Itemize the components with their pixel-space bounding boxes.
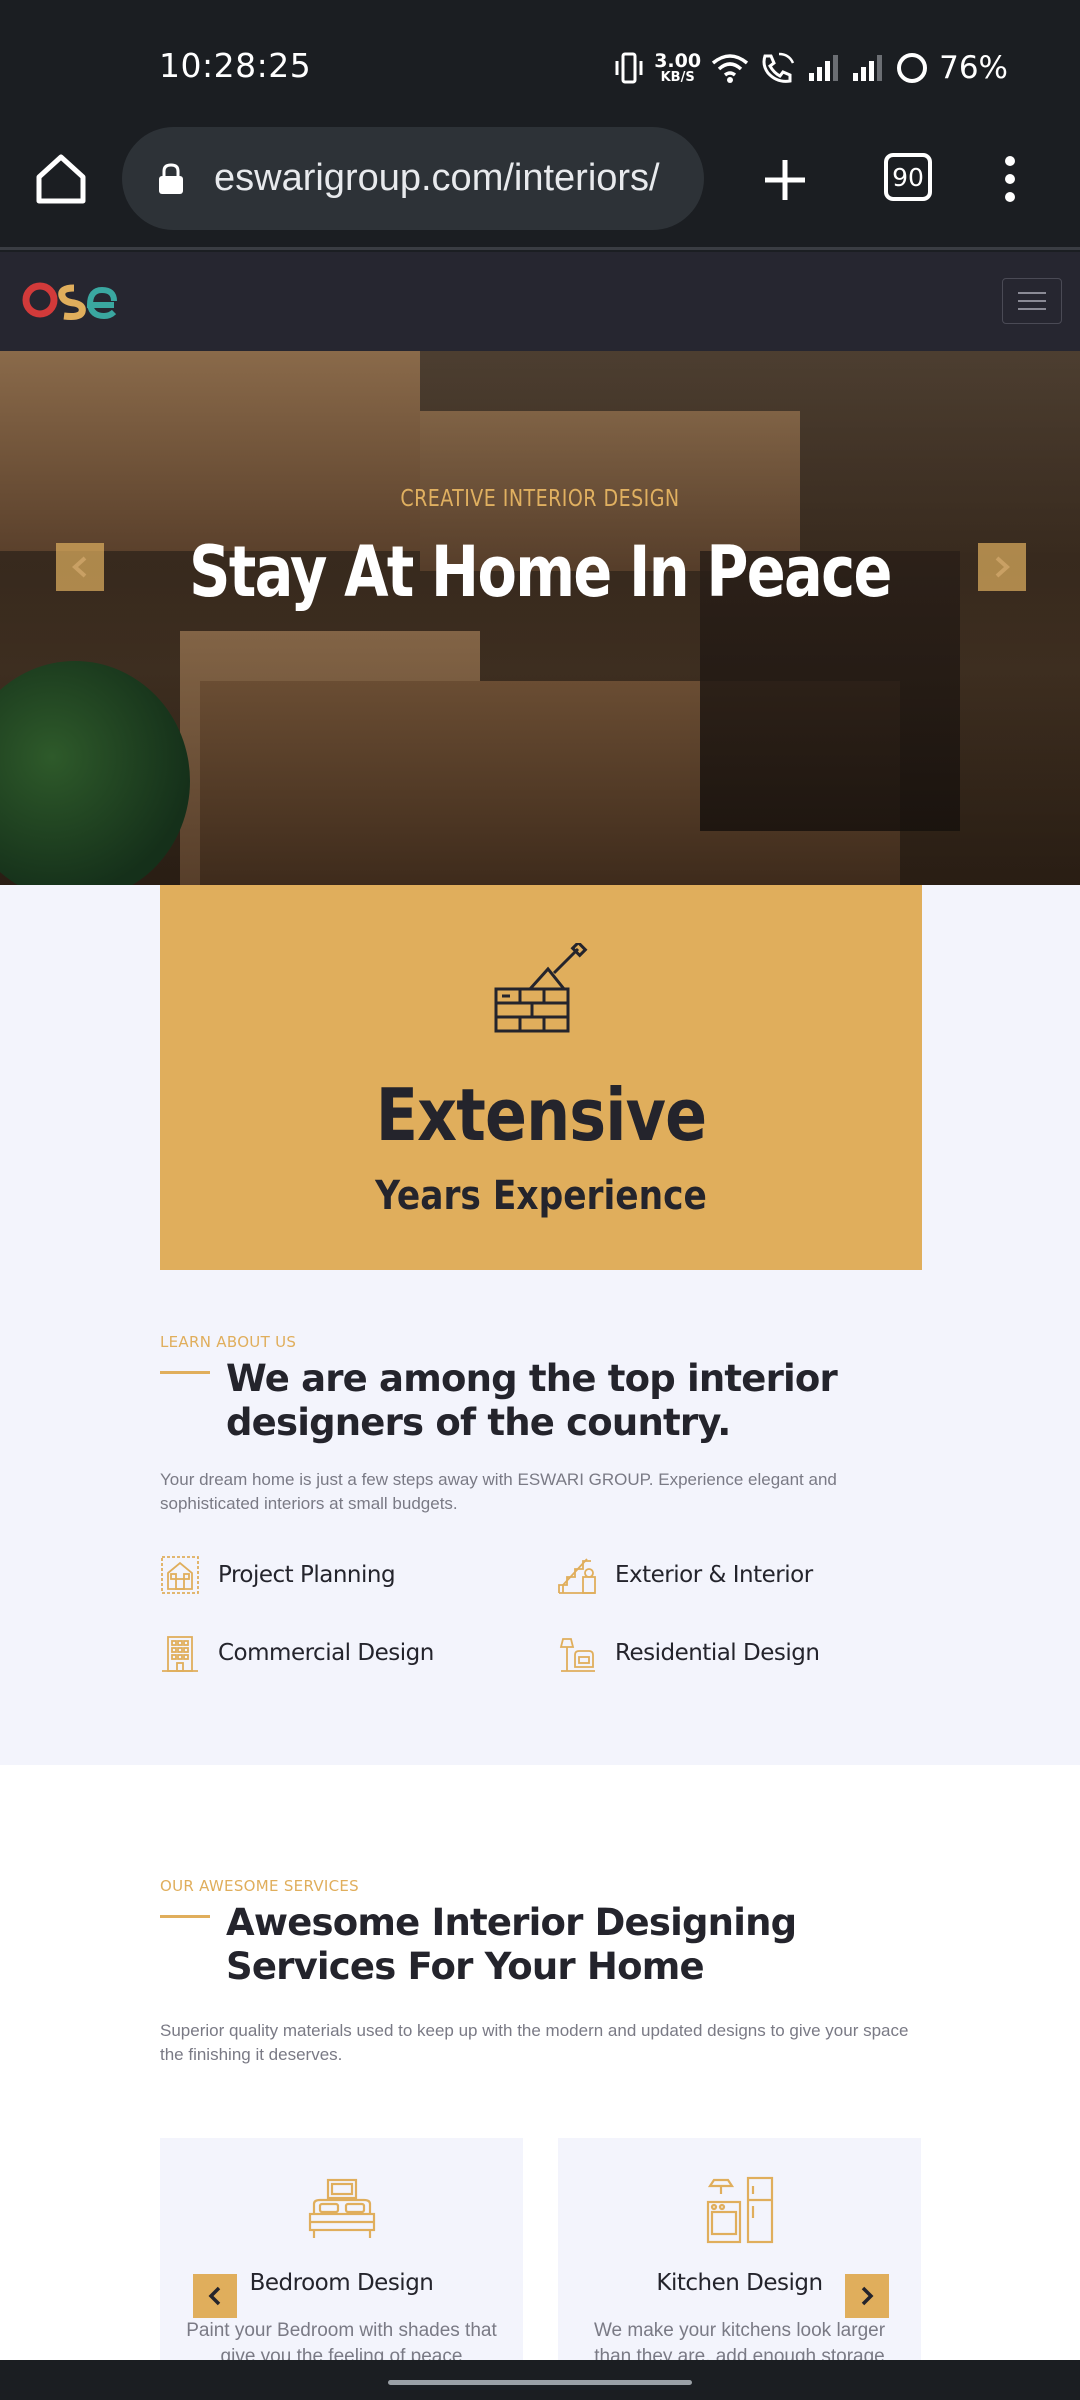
experience-box: Extensive Years Experience: [160, 885, 922, 1270]
feature-label: Exterior & Interior: [615, 1562, 813, 1588]
services-next-button[interactable]: [845, 2274, 889, 2318]
armchair-lamp-icon: [559, 1638, 595, 1672]
feature-project-planning[interactable]: Project Planning: [160, 1553, 396, 1597]
feature-label: Commercial Design: [218, 1640, 434, 1666]
signal-icon: [809, 55, 839, 81]
url-text[interactable]: eswarigroup.com/interiors/: [214, 157, 660, 200]
chevron-left-icon: [72, 556, 87, 578]
hero-title: Stay At Home In Peace: [189, 531, 892, 613]
home-gesture-handle[interactable]: [388, 2380, 692, 2385]
about-text: Your dream home is just a few steps away…: [160, 1470, 837, 1513]
feature-label: Project Planning: [218, 1562, 396, 1588]
hero-slider: CREATIVE INTERIOR DESIGN Stay At Home In…: [0, 351, 1080, 885]
house-plan-icon: [161, 1556, 199, 1594]
site-logo[interactable]: [22, 274, 117, 322]
feature-exterior-interior[interactable]: Exterior & Interior: [557, 1553, 813, 1597]
chevron-left-icon: [208, 2286, 221, 2306]
service-card[interactable]: Bedroom Design Paint your Bedroom with s…: [160, 2138, 523, 2360]
hamburger-line: [1018, 292, 1046, 294]
status-time: 10:28:25: [159, 46, 312, 85]
hero-subtitle: CREATIVE INTERIOR DESIGN: [400, 486, 680, 512]
wifi-call-icon: [762, 52, 795, 83]
more-vert-icon[interactable]: [995, 153, 1025, 205]
experience-subtitle: Years Experience: [375, 1173, 707, 1219]
hero-next-button[interactable]: [978, 543, 1026, 591]
signal-icon-2: [853, 55, 883, 81]
tabs-icon[interactable]: 90: [884, 153, 932, 201]
address-bar[interactable]: eswarigroup.com/interiors/: [122, 127, 704, 230]
experience-title: Extensive: [375, 1073, 707, 1157]
nav-menu-button[interactable]: [1002, 278, 1062, 324]
battery-ring-icon: [897, 53, 928, 83]
hero-prev-button[interactable]: [56, 543, 104, 591]
bed-icon: [308, 2178, 376, 2238]
service-card-text: We make your kitchens look larger than t…: [593, 2320, 886, 2360]
plus-icon[interactable]: [760, 155, 810, 205]
services-prev-button[interactable]: [193, 2274, 237, 2318]
services-text: Superior quality materials used to keep …: [160, 2021, 909, 2064]
site-navbar: [0, 252, 1080, 351]
about-kicker-line: [160, 1371, 210, 1374]
about-kicker: LEARN ABOUT US: [160, 1333, 297, 1351]
services-title: Awesome Interior Designing Services For …: [226, 1901, 797, 1988]
system-navigation-bar: [0, 2360, 1080, 2400]
wifi-icon: [711, 54, 749, 83]
about-title: We are among the top interior designers …: [226, 1357, 838, 1444]
hamburger-line: [1018, 308, 1046, 310]
services-kicker-line: [160, 1915, 210, 1918]
hero-image-plant: [0, 661, 190, 885]
net-speed: 3.00 KB/S: [654, 50, 702, 85]
services-section: OUR AWESOME SERVICES Awesome Interior De…: [0, 1765, 1080, 2360]
battery-percent: 76%: [939, 50, 1008, 86]
net-speed-unit: KB/S: [660, 70, 695, 85]
status-bar: 10:28:25 3.00 KB/S 76%: [0, 0, 1080, 125]
lock-icon[interactable]: [156, 162, 186, 196]
hamburger-line: [1018, 300, 1046, 302]
status-icons: 3.00 KB/S 76%: [614, 46, 1008, 90]
web-page: CREATIVE INTERIOR DESIGN Stay At Home In…: [0, 252, 1080, 2360]
about-section: Extensive Years Experience LEARN ABOUT U…: [0, 885, 1080, 1765]
kitchen-icon: [706, 2176, 774, 2244]
hero-image-cabinets-left: [0, 351, 420, 551]
chevron-right-icon: [861, 2286, 874, 2306]
service-card-text: Paint your Bedroom with shades that give…: [186, 2320, 497, 2360]
feature-residential-design[interactable]: Residential Design: [557, 1631, 820, 1675]
service-card[interactable]: Kitchen Design We make your kitchens loo…: [558, 2138, 921, 2360]
home-icon[interactable]: [33, 151, 89, 207]
services-kicker: OUR AWESOME SERVICES: [160, 1877, 360, 1895]
feature-commercial-design[interactable]: Commercial Design: [160, 1631, 434, 1675]
net-speed-value: 3.00: [654, 50, 702, 72]
browser-toolbar: eswarigroup.com/interiors/ 90: [0, 125, 1080, 250]
bricks-trowel-icon: [494, 943, 588, 1033]
feature-label: Residential Design: [615, 1640, 820, 1666]
stairs-icon: [558, 1558, 596, 1594]
building-icon: [162, 1636, 198, 1672]
vibrate-icon: [615, 52, 643, 84]
chevron-right-icon: [995, 556, 1010, 578]
